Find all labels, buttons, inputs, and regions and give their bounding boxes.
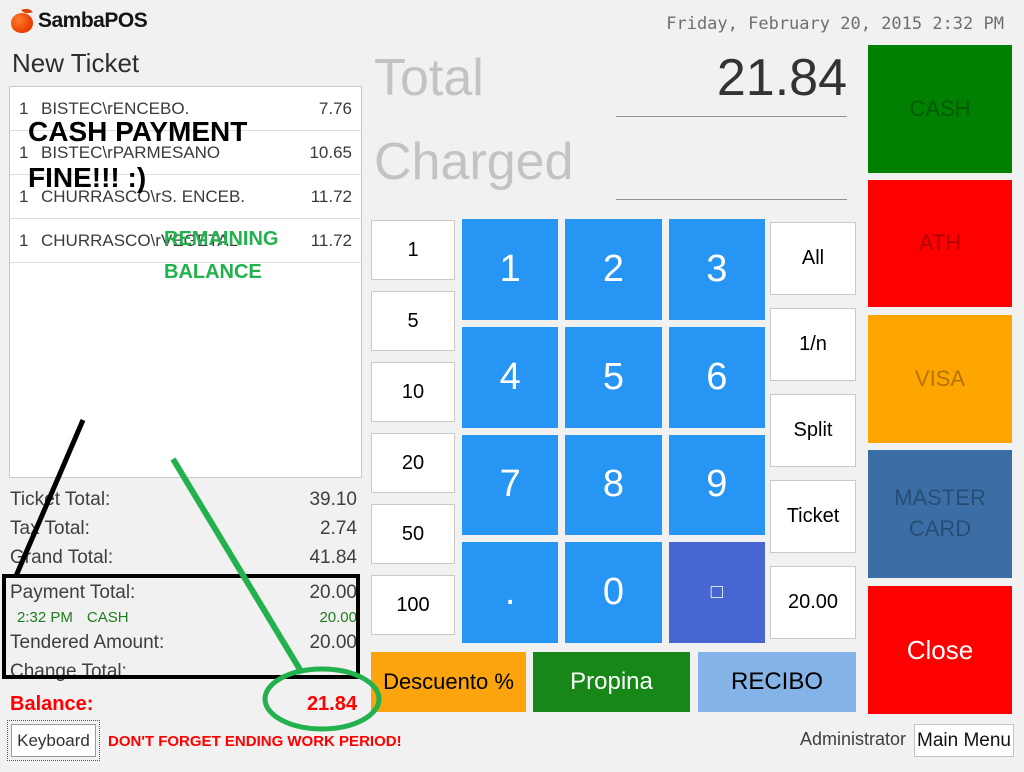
order-price: 11.72 bbox=[311, 231, 352, 251]
numpad-key-1[interactable]: 1 bbox=[462, 219, 558, 320]
denomination-20-button[interactable]: 20 bbox=[371, 433, 455, 493]
denomination-50-button[interactable]: 50 bbox=[371, 504, 455, 564]
sambapos-payment-screen: SambaPOS Friday, February 20, 2015 2:32 … bbox=[0, 0, 1024, 772]
logo-text: SambaPOS bbox=[38, 9, 147, 33]
denomination-10-button[interactable]: 10 bbox=[371, 362, 455, 422]
cash-payment-button[interactable]: CASH bbox=[868, 45, 1012, 173]
recibo-button[interactable]: RECIBO bbox=[698, 652, 856, 712]
numpad-key-2[interactable]: 2 bbox=[565, 219, 661, 320]
sambapos-logo: SambaPOS bbox=[10, 8, 147, 33]
annotation-work-period-warning: DON'T FORGET ENDING WORK PERIOD! bbox=[108, 733, 402, 750]
main-menu-button[interactable]: Main Menu bbox=[914, 724, 1014, 757]
tendered-amount-row: Tendered Amount:20.00 bbox=[10, 628, 357, 657]
numpad-key-9[interactable]: 9 bbox=[669, 435, 765, 536]
numpad-key-3[interactable]: 3 bbox=[669, 219, 765, 320]
balance-row: Balance:21.84 bbox=[10, 689, 357, 719]
total-value: 21.84 bbox=[560, 48, 847, 108]
numpad-key-8[interactable]: 8 bbox=[565, 435, 661, 536]
numpad: 1 2 3 4 5 6 7 8 9 . 0 □ bbox=[462, 219, 765, 643]
propina-button[interactable]: Propina bbox=[533, 652, 690, 712]
numpad-key-0[interactable]: 0 bbox=[565, 542, 661, 643]
logged-in-user-label: Administrator bbox=[800, 729, 906, 750]
denomination-100-button[interactable]: 100 bbox=[371, 575, 455, 635]
total-underline bbox=[616, 116, 847, 117]
1n-button[interactable]: 1/n bbox=[770, 308, 856, 381]
numpad-key-6[interactable]: 6 bbox=[669, 327, 765, 428]
keyboard-button[interactable]: Keyboard bbox=[11, 724, 96, 757]
tendered-20-button[interactable]: 20.00 bbox=[770, 566, 856, 639]
mastercard-payment-button[interactable]: MASTER CARD bbox=[868, 450, 1012, 578]
descuento-button[interactable]: Descuento % bbox=[371, 652, 526, 712]
annotation-remaining-balance-note: REMAINING BALANCE bbox=[164, 223, 278, 289]
numpad-key-5[interactable]: 5 bbox=[565, 327, 661, 428]
payment-total-row: Payment Total:20.00 bbox=[10, 578, 357, 607]
apple-logo-icon bbox=[10, 8, 35, 33]
order-qty: 1 bbox=[19, 231, 41, 251]
ath-payment-button[interactable]: ATH bbox=[868, 180, 1012, 307]
ticket-title: New Ticket bbox=[12, 48, 139, 79]
total-label: Total bbox=[374, 48, 484, 108]
annotation-cash-payment-note: CASH PAYMENT FINE!!! :) bbox=[28, 109, 338, 201]
ticket-total-row: Ticket Total:39.10 bbox=[10, 485, 357, 514]
numpad-key-7[interactable]: 7 bbox=[462, 435, 558, 536]
numpad-backspace-button[interactable]: □ bbox=[669, 542, 765, 643]
denomination-1-button[interactable]: 1 bbox=[371, 220, 455, 280]
ticket-button[interactable]: Ticket bbox=[770, 480, 856, 553]
close-button[interactable]: Close bbox=[868, 586, 1012, 714]
denomination-5-button[interactable]: 5 bbox=[371, 291, 455, 351]
datetime-label: Friday, February 20, 2015 2:32 PM bbox=[666, 14, 1004, 34]
totals-section: Ticket Total:39.10 Tax Total:2.74 Grand … bbox=[10, 485, 357, 719]
charged-underline bbox=[616, 199, 847, 200]
visa-payment-button[interactable]: VISA bbox=[868, 315, 1012, 443]
split-button[interactable]: Split bbox=[770, 394, 856, 467]
payment-detail-row: 2:32 PM CASH 20.00 bbox=[10, 607, 357, 628]
change-total-row: Change Total: bbox=[10, 657, 357, 686]
tax-total-row: Tax Total:2.74 bbox=[10, 514, 357, 543]
grand-total-row: Grand Total:41.84 bbox=[10, 543, 357, 572]
charged-label: Charged bbox=[374, 132, 573, 192]
order-list-panel: 1 BISTEC\rENCEBO. 7.76 1 BISTEC\rPARMESA… bbox=[9, 86, 362, 478]
numpad-key-4[interactable]: 4 bbox=[462, 327, 558, 428]
numpad-key-decimal[interactable]: . bbox=[462, 542, 558, 643]
all-button[interactable]: All bbox=[770, 222, 856, 295]
